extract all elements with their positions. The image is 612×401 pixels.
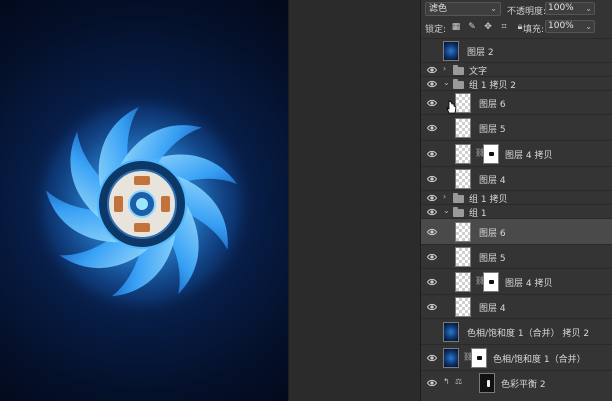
visibility-eye-icon[interactable] (427, 253, 437, 261)
opacity-value: 100% (548, 3, 574, 13)
layer-name: 色彩平衡 2 (501, 380, 546, 390)
layer-name: 图层 5 (479, 125, 506, 135)
color-balance-icon: ⚖ (455, 377, 463, 386)
opacity-label: 不透明度: (507, 7, 547, 17)
folder-icon (453, 193, 464, 203)
layer-name: 图层 4 (479, 304, 506, 314)
visibility-eye-icon[interactable] (427, 175, 437, 183)
lock-icons: ▦ ✎ ✥ ⌗ 🔒︎ (451, 22, 525, 32)
layer-thumbnail[interactable] (455, 272, 471, 292)
chevron-down-icon[interactable]: ⌄ (443, 78, 450, 87)
layer-row[interactable]: 图层 4 (421, 166, 612, 190)
layer-thumbnail[interactable] (455, 247, 471, 267)
chevron-down-icon: ⌄ (585, 4, 592, 13)
layer-group-row[interactable]: › 文字 (421, 62, 612, 77)
fan-artwork (30, 92, 254, 316)
layers-panel: 滤色 ⌄ 不透明度: 100% ⌄ 锁定: ▦ ✎ ✥ ⌗ 🔒︎ 填充: 100… (420, 0, 612, 401)
link-chain-icon[interactable]: ⛓ (475, 148, 485, 157)
visibility-eye-icon[interactable] (427, 150, 437, 158)
layer-name: 图层 6 (479, 229, 506, 239)
layer-name: 图层 4 拷贝 (505, 279, 553, 289)
fill-field[interactable]: 100% ⌄ (545, 20, 595, 33)
layer-name: 图层 4 拷贝 (505, 151, 553, 161)
layer-mask-thumbnail[interactable] (483, 144, 499, 164)
layer-row[interactable]: 色相/饱和度 1（合并） 拷贝 2 (421, 318, 612, 344)
visibility-eye-icon[interactable] (427, 379, 437, 387)
layer-name: 图层 2 (467, 48, 494, 58)
layer-row[interactable]: 图层 2 (421, 38, 612, 62)
layer-thumbnail[interactable] (443, 348, 459, 368)
layer-row[interactable]: ↰ ⚖ 色彩平衡 2 (421, 370, 612, 394)
layer-row[interactable]: ⛓ 色相/饱和度 1（合并） (421, 344, 612, 370)
folder-icon (453, 65, 464, 75)
lock-pixels-icon[interactable]: ✎ (467, 22, 477, 32)
chevron-right-icon[interactable]: › (443, 192, 446, 201)
visibility-eye-icon[interactable] (427, 194, 437, 202)
layer-thumbnail[interactable] (455, 169, 471, 189)
layer-name: 图层 5 (479, 254, 506, 264)
visibility-eye-icon[interactable] (427, 278, 437, 286)
layer-name: 色相/饱和度 1（合并） 拷贝 2 (467, 329, 590, 339)
visibility-eye-icon[interactable] (427, 99, 437, 107)
layer-mask-thumbnail[interactable] (483, 272, 499, 292)
layer-row[interactable]: 图层 5 (421, 244, 612, 268)
layer-name: 色相/饱和度 1（合并） (493, 355, 586, 365)
fill-label: 填充: (523, 25, 545, 35)
folder-icon (453, 79, 464, 89)
layer-name: 图层 4 (479, 176, 506, 186)
canvas[interactable] (0, 0, 288, 401)
visibility-eye-icon[interactable] (427, 124, 437, 132)
layer-row[interactable]: 图层 4 (421, 294, 612, 318)
opacity-field[interactable]: 100% ⌄ (545, 2, 595, 15)
visibility-eye-icon[interactable] (427, 354, 437, 362)
visibility-eye-icon[interactable] (427, 228, 437, 236)
layer-row[interactable]: 图层 6 (421, 218, 612, 244)
layer-group-row[interactable]: ⌄ 组 1 (421, 204, 612, 219)
blend-mode-value: 滤色 (429, 4, 448, 14)
layer-thumbnail[interactable] (443, 41, 459, 61)
layer-thumbnail[interactable] (455, 222, 471, 242)
layer-mask-thumbnail[interactable] (479, 373, 495, 393)
chevron-down-icon: ⌄ (490, 4, 497, 13)
layer-mask-thumbnail[interactable] (471, 348, 487, 368)
lock-label: 锁定: (425, 25, 447, 35)
layer-group-row[interactable]: › 组 1 拷贝 (421, 190, 612, 205)
layer-thumbnail[interactable] (455, 297, 471, 317)
chevron-down-icon: ⌄ (585, 22, 592, 31)
layer-thumbnail[interactable] (455, 118, 471, 138)
artboard-icon[interactable]: ⌗ (499, 22, 509, 32)
link-chain-icon[interactable]: ⛓ (463, 352, 473, 361)
clip-arrow-icon: ↰ (443, 377, 450, 386)
blend-mode-select[interactable]: 滤色 ⌄ (425, 2, 501, 16)
layer-row[interactable]: 图层 5 (421, 114, 612, 140)
fill-value: 100% (548, 21, 574, 31)
chevron-right-icon[interactable]: › (443, 64, 446, 73)
chevron-down-icon[interactable]: ⌄ (443, 206, 450, 215)
layer-row[interactable]: ⛓ 图层 4 拷贝 (421, 140, 612, 166)
visibility-eye-icon[interactable] (427, 208, 437, 216)
layer-thumbnail[interactable] (455, 144, 471, 164)
layer-name: 图层 6 (479, 100, 506, 110)
layer-group-row[interactable]: ⌄ 组 1 拷贝 2 (421, 76, 612, 91)
pasteboard (288, 0, 420, 401)
lock-transparent-icon[interactable]: ▦ (451, 22, 461, 32)
visibility-eye-icon[interactable] (427, 66, 437, 74)
folder-icon (453, 207, 464, 217)
link-chain-icon[interactable]: ⛓ (475, 276, 485, 285)
layer-thumbnail[interactable] (443, 322, 459, 342)
hand-cursor-icon (446, 100, 457, 114)
visibility-eye-icon[interactable] (427, 80, 437, 88)
visibility-eye-icon[interactable] (427, 303, 437, 311)
layer-row[interactable]: ⛓ 图层 4 拷贝 (421, 268, 612, 294)
lock-position-icon[interactable]: ✥ (483, 22, 493, 32)
